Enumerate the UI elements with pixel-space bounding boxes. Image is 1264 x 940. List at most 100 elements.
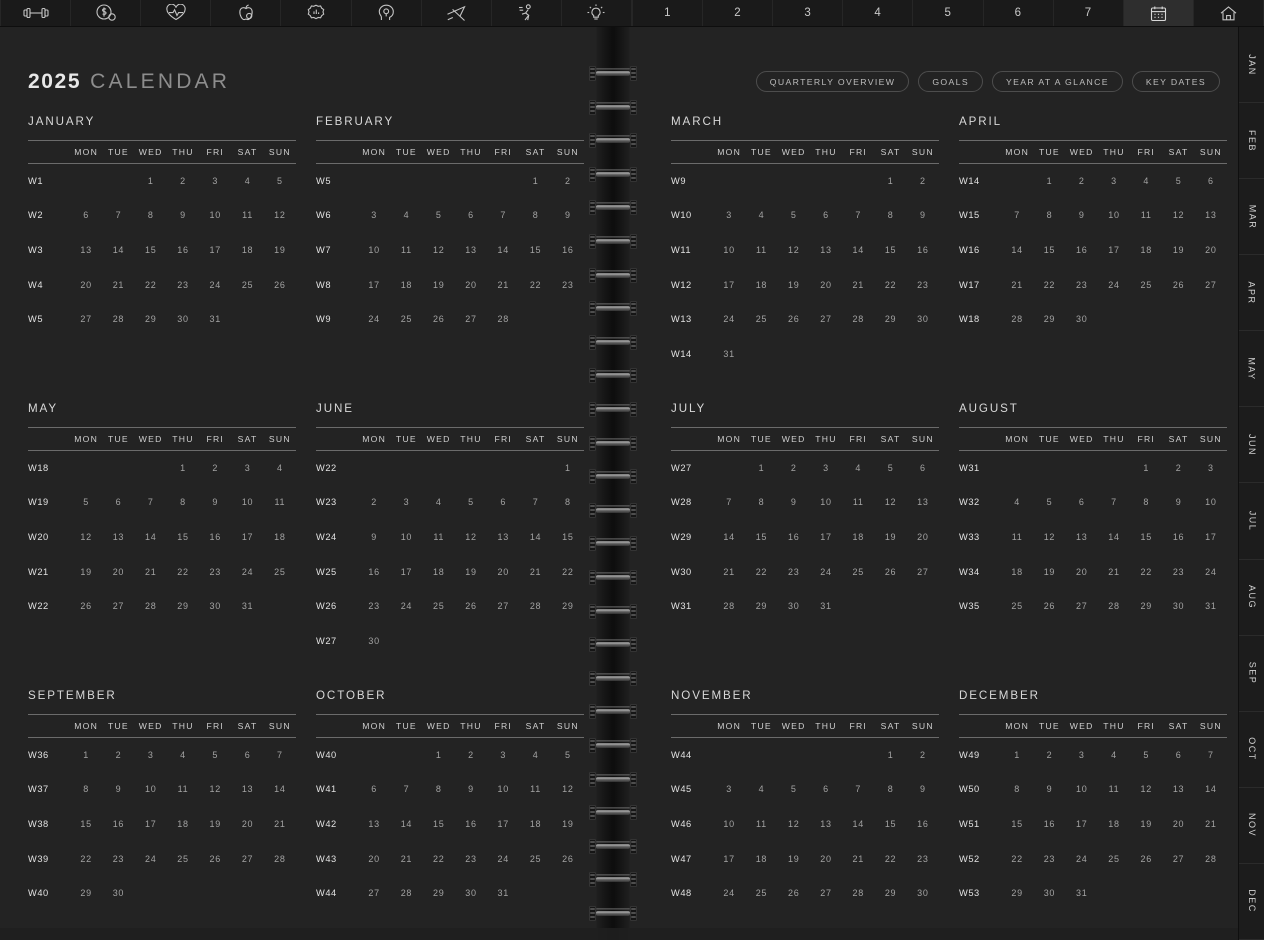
day-cell[interactable]: 9 bbox=[1033, 772, 1065, 807]
day-cell[interactable]: 10 bbox=[713, 233, 745, 268]
day-cell[interactable]: 2 bbox=[552, 164, 584, 199]
day-cell[interactable]: 7 bbox=[135, 485, 167, 520]
day-cell[interactable]: 13 bbox=[1162, 772, 1194, 807]
day-cell[interactable]: 28 bbox=[1195, 841, 1227, 876]
day-cell[interactable]: 20 bbox=[1162, 807, 1194, 842]
day-cell[interactable]: 30 bbox=[907, 302, 939, 337]
day-cell[interactable]: 19 bbox=[874, 520, 906, 555]
day-cell[interactable]: 3 bbox=[713, 198, 745, 233]
day-cell[interactable]: 28 bbox=[842, 302, 874, 337]
day-cell[interactable]: 21 bbox=[842, 267, 874, 302]
day-cell[interactable]: 29 bbox=[1001, 876, 1033, 911]
day-cell[interactable]: 20 bbox=[102, 554, 134, 589]
day-cell[interactable]: 8 bbox=[519, 198, 551, 233]
day-cell[interactable]: 16 bbox=[455, 807, 487, 842]
day-cell[interactable]: 4 bbox=[1130, 164, 1162, 199]
day-cell[interactable]: 1 bbox=[519, 164, 551, 199]
day-cell[interactable]: 10 bbox=[810, 485, 842, 520]
day-cell[interactable]: 5 bbox=[874, 451, 906, 486]
day-cell[interactable]: 5 bbox=[552, 738, 584, 773]
day-cell[interactable]: 21 bbox=[487, 267, 519, 302]
day-cell[interactable]: 18 bbox=[745, 267, 777, 302]
day-cell[interactable]: 25 bbox=[519, 841, 551, 876]
day-cell[interactable]: 4 bbox=[1001, 485, 1033, 520]
day-cell[interactable]: 25 bbox=[1098, 841, 1130, 876]
day-cell[interactable]: 7 bbox=[842, 198, 874, 233]
day-cell[interactable]: 17 bbox=[358, 267, 390, 302]
day-cell[interactable]: 23 bbox=[199, 554, 231, 589]
day-cell[interactable]: 8 bbox=[167, 485, 199, 520]
day-cell[interactable]: 20 bbox=[487, 554, 519, 589]
dumbbell-icon[interactable] bbox=[0, 0, 72, 26]
day-cell[interactable]: 18 bbox=[264, 520, 296, 555]
day-cell[interactable]: 11 bbox=[167, 772, 199, 807]
day-cell[interactable]: 8 bbox=[874, 198, 906, 233]
day-cell[interactable]: 2 bbox=[167, 164, 199, 199]
day-cell[interactable]: 17 bbox=[487, 807, 519, 842]
day-cell[interactable]: 14 bbox=[487, 233, 519, 268]
day-cell[interactable]: 27 bbox=[907, 554, 939, 589]
day-cell[interactable]: 27 bbox=[70, 302, 102, 337]
day-cell[interactable]: 16 bbox=[907, 233, 939, 268]
day-cell[interactable]: 22 bbox=[70, 841, 102, 876]
day-cell[interactable]: 13 bbox=[102, 520, 134, 555]
day-cell[interactable]: 5 bbox=[199, 738, 231, 773]
day-cell[interactable]: 21 bbox=[713, 554, 745, 589]
day-cell[interactable]: 4 bbox=[745, 772, 777, 807]
day-cell[interactable]: 12 bbox=[1033, 520, 1065, 555]
day-cell[interactable]: 5 bbox=[778, 772, 810, 807]
day-cell[interactable]: 23 bbox=[907, 841, 939, 876]
day-cell[interactable]: 4 bbox=[231, 164, 263, 199]
day-cell[interactable]: 21 bbox=[1001, 267, 1033, 302]
lightbulb-icon[interactable] bbox=[562, 0, 632, 26]
day-cell[interactable]: 30 bbox=[1033, 876, 1065, 911]
day-cell[interactable]: 13 bbox=[810, 807, 842, 842]
day-cell[interactable]: 6 bbox=[810, 198, 842, 233]
tab-calendar[interactable] bbox=[1123, 0, 1194, 26]
day-cell[interactable]: 13 bbox=[810, 233, 842, 268]
day-cell[interactable]: 21 bbox=[102, 267, 134, 302]
day-cell[interactable]: 23 bbox=[455, 841, 487, 876]
day-cell[interactable]: 9 bbox=[778, 485, 810, 520]
day-cell[interactable]: 13 bbox=[70, 233, 102, 268]
day-cell[interactable]: 24 bbox=[358, 302, 390, 337]
day-cell[interactable]: 19 bbox=[455, 554, 487, 589]
day-cell[interactable]: 8 bbox=[552, 485, 584, 520]
day-cell[interactable]: 8 bbox=[1033, 198, 1065, 233]
day-cell[interactable]: 14 bbox=[1098, 520, 1130, 555]
day-cell[interactable]: 3 bbox=[231, 451, 263, 486]
day-cell[interactable]: 28 bbox=[1001, 302, 1033, 337]
day-cell[interactable]: 17 bbox=[231, 520, 263, 555]
day-cell[interactable]: 5 bbox=[264, 164, 296, 199]
day-cell[interactable]: 12 bbox=[778, 233, 810, 268]
day-cell[interactable]: 29 bbox=[1033, 302, 1065, 337]
day-cell[interactable]: 4 bbox=[264, 451, 296, 486]
day-cell[interactable]: 15 bbox=[745, 520, 777, 555]
day-cell[interactable]: 20 bbox=[1195, 233, 1227, 268]
day-cell[interactable]: 18 bbox=[231, 233, 263, 268]
day-cell[interactable]: 28 bbox=[519, 589, 551, 624]
day-cell[interactable]: 2 bbox=[1162, 451, 1194, 486]
day-cell[interactable]: 5 bbox=[423, 198, 455, 233]
day-cell[interactable]: 6 bbox=[231, 738, 263, 773]
day-cell[interactable]: 8 bbox=[1130, 485, 1162, 520]
day-cell[interactable]: 1 bbox=[745, 451, 777, 486]
day-cell[interactable]: 1 bbox=[135, 164, 167, 199]
day-cell[interactable]: 11 bbox=[1130, 198, 1162, 233]
day-cell[interactable]: 24 bbox=[231, 554, 263, 589]
day-cell[interactable]: 5 bbox=[778, 198, 810, 233]
day-cell[interactable]: 19 bbox=[778, 841, 810, 876]
day-cell[interactable]: 24 bbox=[199, 267, 231, 302]
day-cell[interactable]: 26 bbox=[1130, 841, 1162, 876]
day-cell[interactable]: 2 bbox=[358, 485, 390, 520]
year-at-a-glance-button[interactable]: YEAR AT A GLANCE bbox=[992, 71, 1123, 92]
day-cell[interactable]: 26 bbox=[778, 302, 810, 337]
day-cell[interactable]: 25 bbox=[423, 589, 455, 624]
day-cell[interactable]: 21 bbox=[1098, 554, 1130, 589]
day-cell[interactable]: 20 bbox=[1066, 554, 1098, 589]
day-cell[interactable]: 6 bbox=[455, 198, 487, 233]
day-cell[interactable]: 19 bbox=[264, 233, 296, 268]
day-cell[interactable]: 16 bbox=[1066, 233, 1098, 268]
day-cell[interactable]: 2 bbox=[102, 738, 134, 773]
day-cell[interactable]: 17 bbox=[713, 841, 745, 876]
